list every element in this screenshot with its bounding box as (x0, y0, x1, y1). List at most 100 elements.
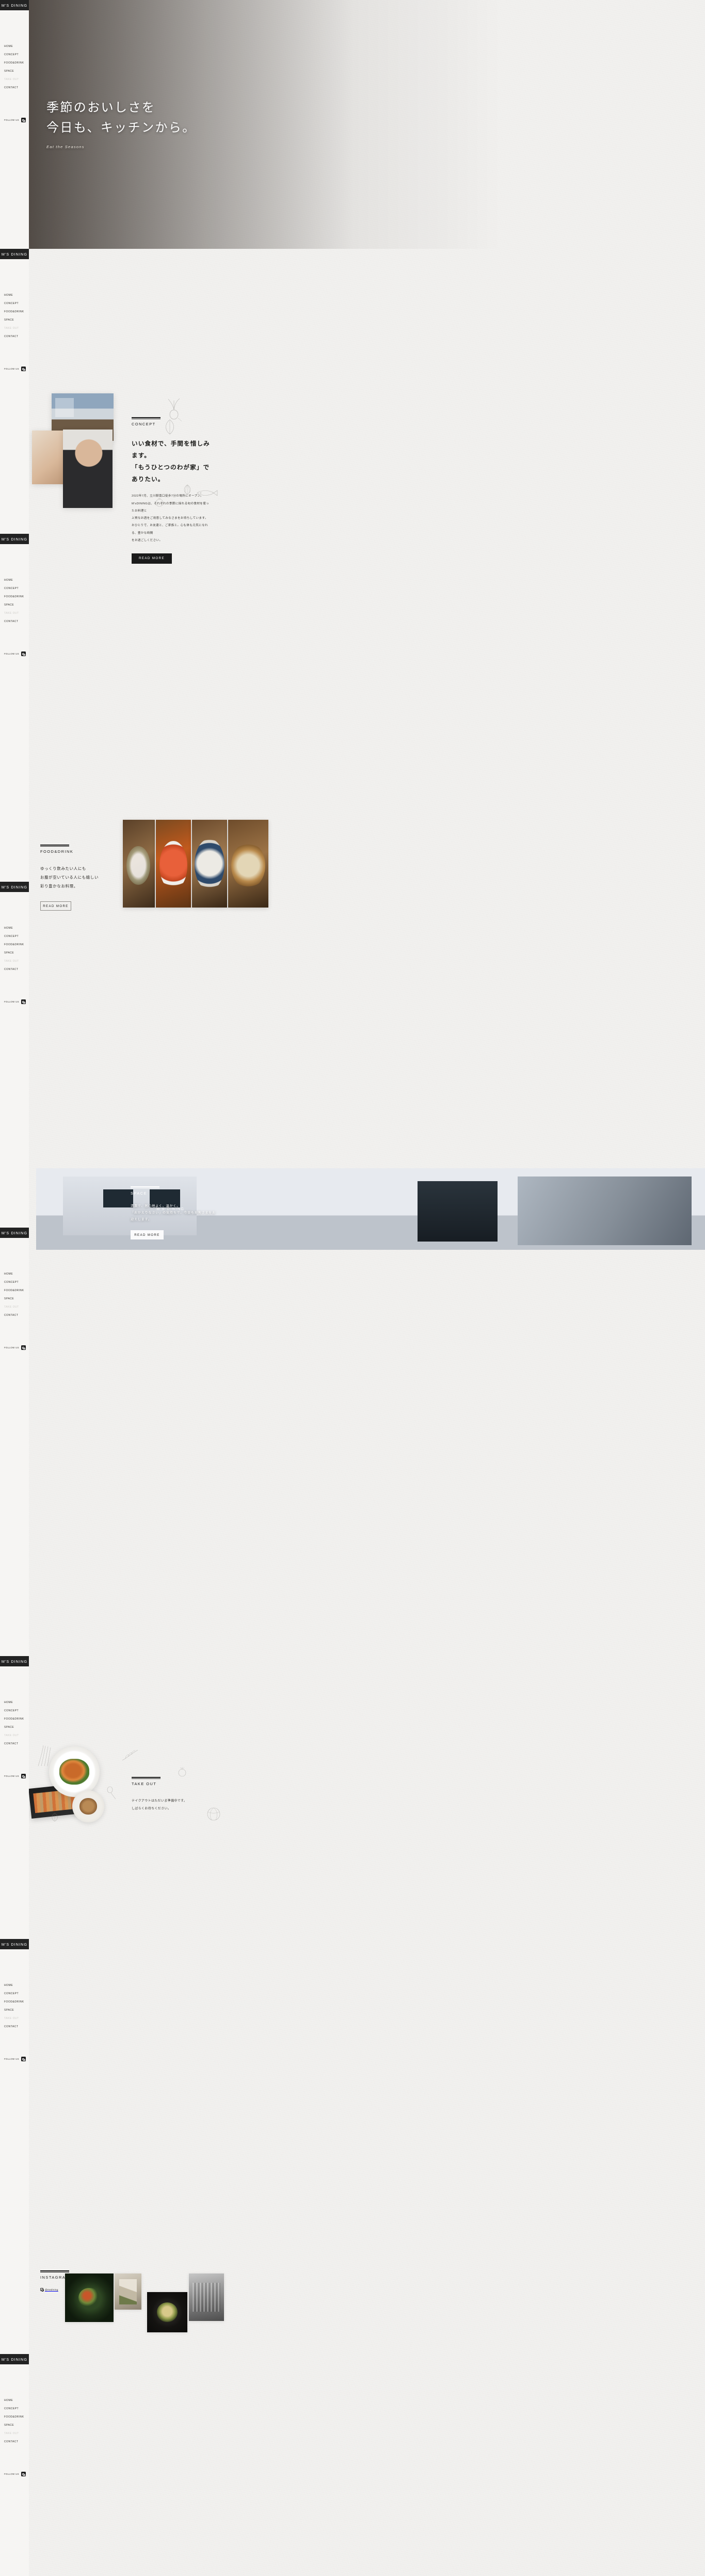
brand-logo[interactable]: M'S DINING (0, 0, 29, 10)
sidebar-item-take-out[interactable]: TAKE OUT (0, 2432, 29, 2435)
sidebar-item-contact[interactable]: CONTACT (0, 621, 29, 623)
brand-logo[interactable]: M'S DINING (0, 1939, 29, 1949)
sidebar-item-food-drink[interactable]: FOOD&DRINK (0, 2416, 29, 2419)
sidebar-item-space[interactable]: SPACE (0, 1298, 29, 1300)
sidebar-item-take-out[interactable]: TAKE OUT (0, 2017, 29, 2020)
sidebar-item-contact[interactable]: CONTACT (0, 2441, 29, 2443)
concept-rule (132, 417, 161, 419)
sidebar-item-space[interactable]: SPACE (0, 952, 29, 955)
sidebar-item-contact[interactable]: CONTACT (0, 87, 29, 89)
space-rule (131, 1186, 159, 1188)
follow-us-label: FOLLOW US (4, 2058, 19, 2060)
follow-us[interactable]: FOLLOW US (4, 367, 26, 371)
follow-us[interactable]: FOLLOW US (4, 118, 26, 122)
sidebar-item-space[interactable]: SPACE (0, 604, 29, 607)
sidebar-item-space[interactable]: SPACE (0, 70, 29, 73)
sidebar-item-take-out[interactable]: TAKE OUT (0, 1735, 29, 1737)
sidebar-item-food-drink[interactable]: FOOD&DRINK (0, 596, 29, 598)
sidebar-item-contact[interactable]: CONTACT (0, 336, 29, 338)
follow-us[interactable]: FOLLOW US (4, 2472, 26, 2476)
instagram-icon[interactable] (21, 118, 26, 122)
concept-body-line3: 上質なお酒をご用意してみなさまをお待ちしています。 (132, 517, 208, 520)
sidebar-item-contact[interactable]: CONTACT (0, 2026, 29, 2028)
sidebar-item-home[interactable]: HOME (0, 1273, 29, 1276)
space-lead: 清潔で、居心地よく、温かく。 「おかえりなさい」の気持ちで、今日もお客さまをお迎… (131, 1203, 218, 1223)
instagram-icon[interactable] (21, 2472, 26, 2476)
sidebar-item-food-drink[interactable]: FOOD&DRINK (0, 2001, 29, 2003)
instagram-icon[interactable] (21, 999, 26, 1004)
sidebar-item-concept[interactable]: CONCEPT (0, 302, 29, 305)
space-lead-line1: 清潔で、居心地よく、温かく。 (131, 1204, 181, 1208)
sidebar-item-home[interactable]: HOME (0, 1984, 29, 1987)
sidebar-nav: HOME CONCEPT FOOD&DRINK SPACE TAKE OUT CONTAC… (0, 1701, 29, 1752)
sidebar-item-food-drink[interactable]: FOOD&DRINK (0, 1718, 29, 1721)
brand-logo-text: M'S DINING (1, 536, 28, 542)
instagram-icon[interactable] (21, 2057, 26, 2061)
follow-us[interactable]: FOLLOW US (4, 2057, 26, 2061)
brand-logo[interactable]: M'S DINING (0, 1656, 29, 1666)
sidebar-item-take-out[interactable]: TAKE OUT (0, 612, 29, 615)
sidebar-item-space[interactable]: SPACE (0, 319, 29, 322)
sidebar-item-take-out[interactable]: TAKE OUT (0, 1306, 29, 1309)
follow-us[interactable]: FOLLOW US (4, 1345, 26, 1350)
sidebar-item-space[interactable]: SPACE (0, 2424, 29, 2427)
hero-subtitle: Eat the Seasons (46, 144, 85, 149)
sidebar-item-home[interactable]: HOME (0, 579, 29, 582)
concept-section: CONCEPT いい食材で、手間を惜しみます。 「もうひとつのわが家」でありたい… (0, 249, 705, 564)
sidebar-item-home[interactable]: HOME (0, 294, 29, 297)
sidebar-item-home[interactable]: HOME (0, 1701, 29, 1704)
space-window-1 (103, 1189, 133, 1207)
hero-copy: 季節のおいしさを 今日も、キッチンから。 Eat the Seasons (46, 98, 196, 149)
follow-us-label: FOLLOW US (4, 653, 19, 655)
sidebar-item-space[interactable]: SPACE (0, 1726, 29, 1729)
follow-us[interactable]: FOLLOW US (4, 999, 26, 1004)
sidebar-item-concept[interactable]: CONCEPT (0, 587, 29, 590)
sidebar-item-home[interactable]: HOME (0, 2399, 29, 2402)
sidebar-item-home[interactable]: HOME (0, 45, 29, 48)
sidebar-item-concept[interactable]: CONCEPT (0, 1281, 29, 1284)
instagram-icon[interactable] (21, 651, 26, 656)
hero-headline-line2: 今日も、キッチンから。 (46, 120, 196, 135)
follow-us[interactable]: FOLLOW US (4, 1774, 26, 1778)
sidebar-item-take-out[interactable]: TAKE OUT (0, 960, 29, 963)
instagram-icon[interactable] (21, 1345, 26, 1350)
space-lead-line2: 「おかえりなさい」の気持ちで、今日もお客さまをお迎えします。 (131, 1211, 216, 1221)
space-read-more-button[interactable]: READ MORE (131, 1230, 164, 1240)
sidebar-item-concept[interactable]: CONCEPT (0, 53, 29, 56)
concept-body-line1: 2022年7月、立川駅南口徒歩7分の場所にオープン。 (132, 495, 203, 498)
page-root: 季節のおいしさを 今日も、キッチンから。 Eat the Seasons CON… (0, 0, 705, 2576)
brand-logo[interactable]: M'S DINING (0, 534, 29, 544)
concept-headline-line2: 「もうひとつのわが家」でありたい。 (132, 464, 210, 483)
sidebar-item-food-drink[interactable]: FOOD&DRINK (0, 944, 29, 946)
sidebar-item-contact[interactable]: CONTACT (0, 1743, 29, 1745)
sidebar-item-food-drink[interactable]: FOOD&DRINK (0, 62, 29, 65)
sidebar-item-take-out[interactable]: TAKE OUT (0, 327, 29, 330)
brand-logo-text: M'S DINING (1, 1230, 28, 1235)
brand-logo[interactable]: M'S DINING (0, 1228, 29, 1238)
sidebar-item-contact[interactable]: CONTACT (0, 968, 29, 971)
sidebar-nav: HOME CONCEPT FOOD&DRINK SPACE TAKE OUT CONTAC… (0, 579, 29, 629)
instagram-icon[interactable] (21, 367, 26, 371)
sidebar-item-contact[interactable]: CONTACT (0, 1314, 29, 1317)
sidebar-item-concept[interactable]: CONCEPT (0, 1992, 29, 1995)
brand-logo[interactable]: M'S DINING (0, 882, 29, 892)
instagram-icon[interactable] (21, 1774, 26, 1778)
follow-us-label: FOLLOW US (4, 2473, 19, 2475)
brand-logo-text: M'S DINING (1, 3, 28, 8)
concept-headline-line1: いい食材で、手間を惜しみます。 (132, 440, 210, 459)
sidebar-item-concept[interactable]: CONCEPT (0, 2407, 29, 2410)
fooddrink-section-head: FOOD&DRINK (40, 845, 113, 854)
brand-logo[interactable]: M'S DINING (0, 249, 29, 259)
sidebar-item-concept[interactable]: CONCEPT (0, 1709, 29, 1712)
follow-us-label: FOLLOW US (4, 1000, 19, 1003)
sidebar-nav: HOME CONCEPT FOOD&DRINK SPACE TAKE OUT CONTAC… (0, 1984, 29, 2034)
sidebar-item-food-drink[interactable]: FOOD&DRINK (0, 311, 29, 313)
sidebar-item-food-drink[interactable]: FOOD&DRINK (0, 1290, 29, 1292)
sidebar-item-concept[interactable]: CONCEPT (0, 935, 29, 938)
sidebar-item-space[interactable]: SPACE (0, 2009, 29, 2012)
sidebar-item-take-out[interactable]: TAKE OUT (0, 78, 29, 81)
follow-us[interactable]: FOLLOW US (4, 651, 26, 656)
brand-logo[interactable]: M'S DINING (0, 2354, 29, 2364)
sidebar-nav: HOME CONCEPT FOOD&DRINK SPACE TAKE OUT CONTAC… (0, 2399, 29, 2450)
sidebar-item-home[interactable]: HOME (0, 927, 29, 930)
